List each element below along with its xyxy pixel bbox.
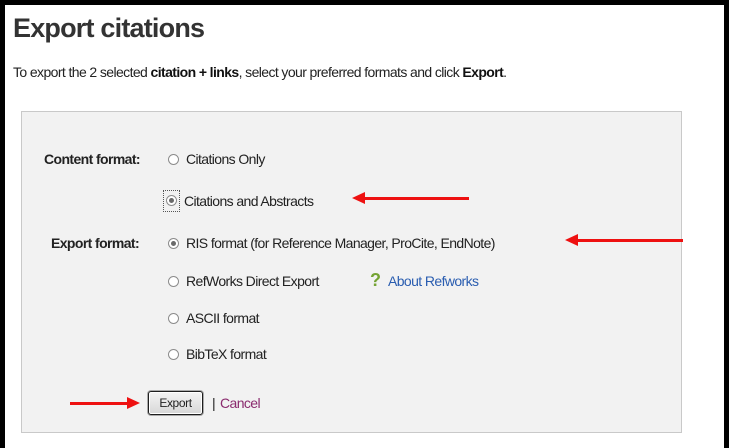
export-format-refworks-option[interactable]: RefWorks Direct Export [168, 273, 319, 289]
annotation-arrow-ris [565, 234, 683, 246]
ris-format-radio[interactable] [168, 237, 179, 249]
ris-format-label: RIS format (for Reference Manager, ProCi… [186, 235, 495, 251]
export-format-label: Export format: [51, 235, 140, 251]
annotation-arrow-export [70, 397, 140, 409]
bibtex-radio[interactable] [168, 348, 179, 360]
intro-text-bold2: Export [462, 64, 504, 80]
ascii-radio[interactable] [168, 312, 179, 324]
export-format-ascii-option[interactable]: ASCII format [168, 310, 260, 326]
refworks-radio[interactable] [168, 275, 179, 287]
cancel-link[interactable]: Cancel [220, 395, 261, 411]
export-format-bibtex-option[interactable]: BibTeX format [168, 346, 267, 362]
citations-abstracts-label: Citations and Abstracts [184, 193, 314, 209]
citations-abstracts-radio[interactable] [166, 195, 177, 206]
content-format-citations-abstracts-option[interactable]: Citations and Abstracts [163, 190, 314, 212]
content-format-citations-only-option[interactable]: Citations Only [168, 151, 265, 167]
refworks-label: RefWorks Direct Export [186, 273, 319, 289]
export-format-ris-option[interactable]: RIS format (for Reference Manager, ProCi… [168, 235, 495, 251]
content-format-label: Content format: [44, 151, 141, 167]
action-separator: | [212, 395, 216, 411]
ascii-label: ASCII format [186, 310, 260, 326]
citations-only-label: Citations Only [186, 151, 265, 167]
about-refworks-link[interactable]: About Refworks [388, 273, 479, 289]
page-title: Export citations [13, 13, 205, 43]
intro-text: To export the 2 selected citation + link… [13, 64, 507, 80]
bibtex-label: BibTeX format [186, 346, 267, 362]
intro-text-part1: To export the 2 selected [13, 64, 151, 80]
radio-focus-ring [163, 190, 180, 212]
intro-text-part2: , select your preferred formats and clic… [238, 64, 463, 80]
intro-text-part3: . [503, 64, 507, 80]
annotation-arrow-abstracts [352, 192, 469, 204]
export-button[interactable]: Export [148, 391, 203, 415]
help-icon[interactable]: ? [370, 270, 381, 291]
intro-text-bold1: citation + links [150, 64, 240, 80]
citations-only-radio[interactable] [168, 153, 179, 165]
